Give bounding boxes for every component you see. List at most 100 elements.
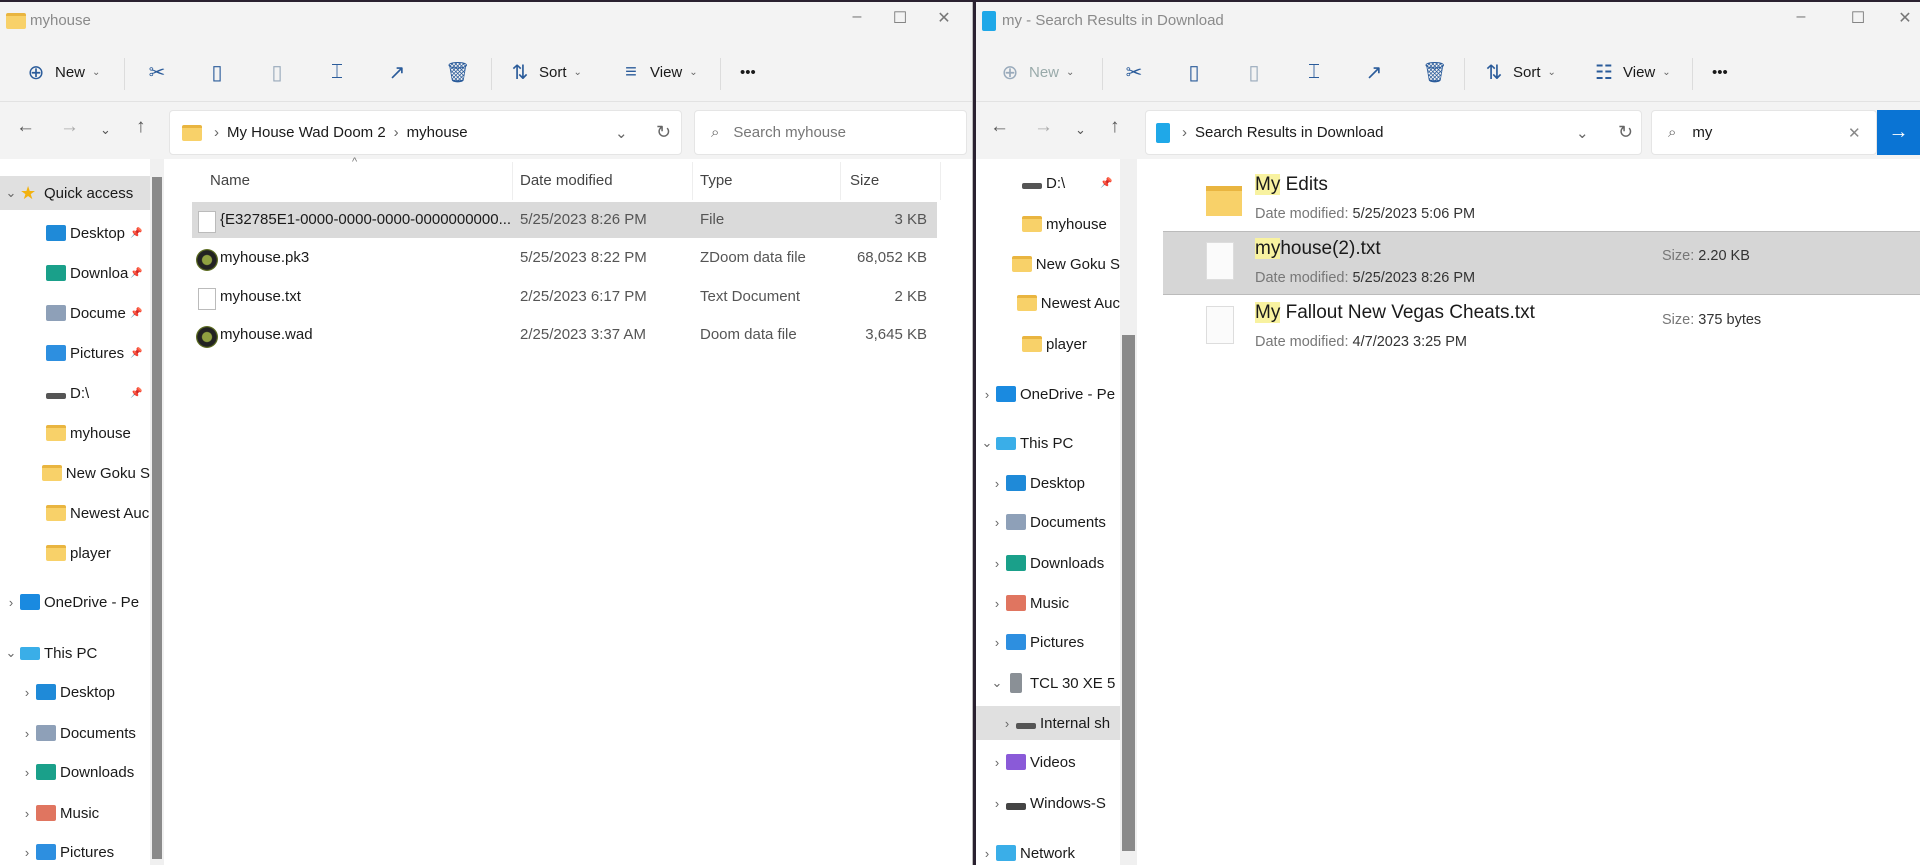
nav-item[interactable]: Newest Auc bbox=[976, 286, 1120, 320]
chevron-right-icon[interactable]: › bbox=[978, 387, 996, 402]
breadcrumb-item[interactable]: My House Wad Doom 2 bbox=[227, 124, 386, 141]
chevron-right-icon[interactable]: › bbox=[18, 765, 36, 780]
nav-item[interactable]: › OneDrive - Pe bbox=[0, 585, 150, 619]
forward-button[interactable]: → bbox=[1034, 116, 1053, 138]
nav-item[interactable]: › Documents bbox=[976, 505, 1120, 539]
nav-item[interactable]: › Desktop bbox=[976, 466, 1120, 500]
chevron-right-icon[interactable]: › bbox=[998, 716, 1016, 731]
chevron-right-icon[interactable]: › bbox=[988, 596, 1006, 611]
column-divider[interactable] bbox=[940, 162, 941, 200]
maximize-button[interactable]: ☐ bbox=[885, 8, 915, 28]
more-button[interactable]: ••• bbox=[1712, 54, 1728, 90]
share-button[interactable]: ↗ bbox=[385, 54, 409, 90]
address-dropdown[interactable]: ⌄ bbox=[615, 124, 628, 142]
nav-item[interactable]: › Internal sh bbox=[976, 706, 1120, 740]
nav-item[interactable]: Downloa 📌 bbox=[0, 256, 150, 290]
column-header-name[interactable]: Name bbox=[210, 172, 250, 189]
chevron-right-icon[interactable]: › bbox=[988, 556, 1006, 571]
cut-button[interactable]: ✂ bbox=[1122, 54, 1146, 90]
file-row[interactable]: myhouse.txt 2/25/2023 6:17 PM Text Documen… bbox=[192, 279, 937, 315]
copy-button[interactable]: ▯ bbox=[205, 54, 229, 90]
nav-item[interactable]: › Documents bbox=[0, 716, 150, 750]
cut-button[interactable]: ✂ bbox=[145, 54, 169, 90]
rename-button[interactable]: ⌶ bbox=[1302, 54, 1326, 90]
column-divider[interactable] bbox=[692, 162, 693, 200]
file-row[interactable]: myhouse.wad 2/25/2023 3:37 AM Doom data fi… bbox=[192, 317, 937, 353]
chevron-right-icon[interactable]: › bbox=[988, 755, 1006, 770]
maximize-button[interactable]: ☐ bbox=[1843, 8, 1873, 28]
nav-scrollbar[interactable] bbox=[1120, 159, 1137, 865]
column-divider[interactable] bbox=[512, 162, 513, 200]
nav-item[interactable]: Pictures 📌 bbox=[0, 336, 150, 370]
view-button[interactable]: ≡ View ⌄ bbox=[619, 54, 697, 90]
nav-item[interactable]: D:\ 📌 bbox=[0, 376, 150, 410]
chevron-down-icon[interactable]: ⌄ bbox=[2, 645, 20, 661]
nav-item[interactable]: D:\ 📌 bbox=[976, 166, 1120, 200]
nav-item[interactable]: Newest Auc bbox=[0, 496, 150, 530]
file-row[interactable]: {E32785E1-0000-0000-0000-0000000000... 5/… bbox=[192, 202, 937, 238]
nav-item[interactable]: › Music bbox=[976, 586, 1120, 620]
chevron-right-icon[interactable]: › bbox=[978, 846, 996, 861]
chevron-right-icon[interactable]: › bbox=[18, 685, 36, 700]
address-dropdown[interactable]: ⌄ bbox=[1576, 124, 1589, 142]
breadcrumb-item[interactable]: myhouse bbox=[407, 124, 468, 141]
new-button[interactable]: ⊕ New ⌄ bbox=[24, 54, 101, 90]
nav-item[interactable]: New Goku S bbox=[976, 247, 1120, 281]
scrollbar-thumb[interactable] bbox=[1122, 335, 1135, 851]
search-result-item[interactable]: My Edits Date modified: 5/25/2023 5:06 PM bbox=[1163, 168, 1920, 232]
search-result-item[interactable]: My Fallout New Vegas Cheats.txt Date modi… bbox=[1163, 296, 1920, 360]
nav-item[interactable]: myhouse bbox=[0, 416, 150, 450]
nav-item[interactable]: ⌄ This PC bbox=[0, 636, 150, 670]
minimize-button[interactable]: – bbox=[842, 8, 872, 26]
nav-item[interactable]: › Music bbox=[0, 796, 150, 830]
copy-button[interactable]: ▯ bbox=[1182, 54, 1206, 90]
search-box[interactable]: ⌕ my ✕ bbox=[1651, 110, 1877, 155]
search-input[interactable]: Search myhouse bbox=[733, 124, 846, 141]
column-header-size[interactable]: Size bbox=[850, 172, 879, 189]
chevron-down-icon[interactable]: ⌄ bbox=[978, 435, 996, 451]
nav-item[interactable]: › OneDrive - Pe bbox=[976, 377, 1120, 411]
nav-item[interactable]: › Pictures bbox=[976, 625, 1120, 659]
recent-dropdown[interactable]: ⌄ bbox=[100, 122, 111, 138]
paste-button[interactable]: ▯ bbox=[1242, 54, 1266, 90]
chevron-right-icon[interactable]: › bbox=[2, 595, 20, 610]
share-button[interactable]: ↗ bbox=[1362, 54, 1386, 90]
up-button[interactable]: ↑ bbox=[136, 116, 146, 138]
nav-item[interactable]: player bbox=[0, 536, 150, 570]
nav-item[interactable]: › Downloads bbox=[0, 755, 150, 789]
delete-button[interactable]: 🗑 bbox=[1422, 54, 1447, 90]
address-bar[interactable]: › My House Wad Doom 2 › myhouse ⌄ ↻ bbox=[169, 110, 682, 155]
file-row[interactable]: myhouse.pk3 5/25/2023 8:22 PM ZDoom data f… bbox=[192, 240, 937, 276]
breadcrumb-item[interactable]: Search Results in Download bbox=[1195, 124, 1383, 141]
address-bar[interactable]: › Search Results in Download ⌄ ↻ bbox=[1145, 110, 1642, 155]
nav-item[interactable]: New Goku S bbox=[0, 456, 150, 490]
refresh-button[interactable]: ↻ bbox=[1618, 122, 1633, 143]
nav-item[interactable]: › Downloads bbox=[976, 546, 1120, 580]
refresh-button[interactable]: ↻ bbox=[656, 122, 671, 143]
sort-button[interactable]: ⇅ Sort ⌄ bbox=[508, 54, 582, 90]
nav-scrollbar[interactable] bbox=[150, 159, 164, 865]
nav-item[interactable]: ⌄ ★ Quick access bbox=[0, 176, 150, 210]
nav-item[interactable]: › Desktop bbox=[0, 675, 150, 709]
nav-item[interactable]: Docume 📌 bbox=[0, 296, 150, 330]
column-header-type[interactable]: Type bbox=[700, 172, 733, 189]
nav-item[interactable]: › Windows-S bbox=[976, 786, 1120, 820]
chevron-right-icon[interactable]: › bbox=[988, 515, 1006, 530]
delete-button[interactable]: 🗑 bbox=[445, 54, 470, 90]
chevron-right-icon[interactable]: › bbox=[988, 635, 1006, 650]
scrollbar-thumb[interactable] bbox=[152, 177, 162, 859]
recent-dropdown[interactable]: ⌄ bbox=[1075, 122, 1086, 138]
chevron-right-icon[interactable]: › bbox=[18, 806, 36, 821]
close-button[interactable]: ✕ bbox=[1890, 8, 1920, 28]
more-button[interactable]: ••• bbox=[740, 54, 756, 90]
search-box[interactable]: ⌕ Search myhouse bbox=[694, 110, 967, 155]
close-button[interactable]: ✕ bbox=[929, 8, 959, 28]
search-result-item[interactable]: myhouse(2).txt Date modified: 5/25/2023 8… bbox=[1163, 231, 1920, 295]
nav-item[interactable]: ⌄ This PC bbox=[976, 426, 1120, 460]
column-header-date-modified[interactable]: Date modified bbox=[520, 172, 613, 189]
search-input[interactable]: my bbox=[1692, 124, 1712, 141]
nav-item[interactable]: player bbox=[976, 327, 1120, 361]
new-button[interactable]: ⊕ New ⌄ bbox=[998, 54, 1075, 90]
sort-button[interactable]: ⇅ Sort ⌄ bbox=[1482, 54, 1556, 90]
up-button[interactable]: ↑ bbox=[1110, 116, 1120, 138]
